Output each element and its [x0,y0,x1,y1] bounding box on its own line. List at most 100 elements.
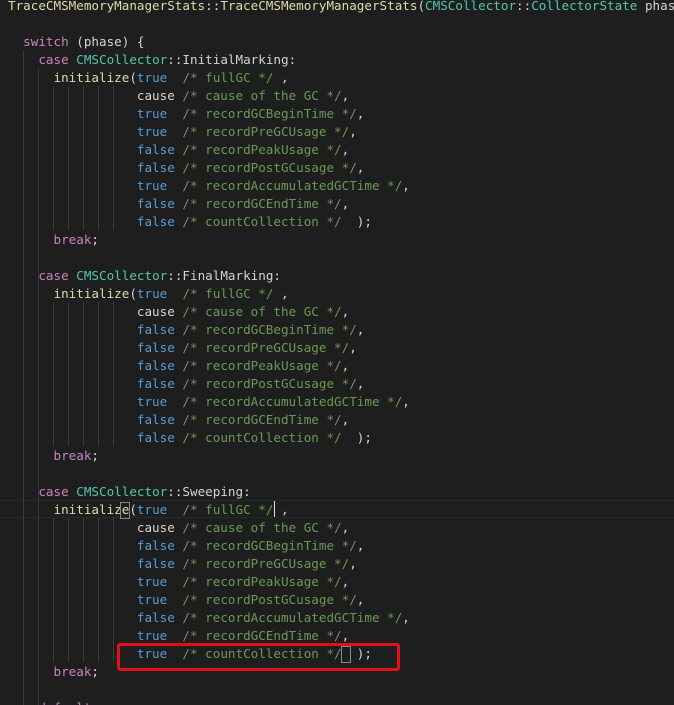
code-token: break [8,664,92,679]
code-token: false [8,214,175,229]
code-token: true [8,124,168,139]
code-line: false /* recordGCEndTime */, [8,411,349,429]
code-token: /* countCollection */ [182,214,342,229]
code-token: /* recordAccumulatedGCTime */ [182,610,403,625]
code-token: false [8,322,175,337]
code-token: ( [129,286,137,301]
code-token: false [8,556,175,571]
code-token: false [8,412,175,427]
code-token: /* recordGCBeginTime */ [182,322,357,337]
code-line: false /* recordPreGCUsage */, [8,339,357,357]
code-token: ; [91,448,99,463]
code-line: cause /* cause of the GC */, [8,519,349,537]
code-token: true [8,394,168,409]
code-token: , [273,502,289,517]
code-line: TraceCMSMemoryManagerStats::TraceCMSMemo… [8,0,674,15]
code-line: case CMSCollector::Sweeping: [8,483,250,501]
code-token: ( [129,502,137,517]
code-line: case CMSCollector::InitialMarking: [8,51,296,69]
code-line: cause /* cause of the GC */, [8,87,349,105]
code-token: /* fullGC */ [182,502,274,517]
code-token: cause [8,88,183,103]
code-token: /* recordGCEndTime */ [182,412,342,427]
text-cursor [274,501,275,517]
code-token: phase, [644,0,674,13]
code-token: , [402,178,410,193]
code-token: , [273,70,289,85]
code-token: break [8,448,92,463]
code-token: , [341,358,350,373]
code-token: ::FinalMarking: [167,268,281,283]
code-line: true /* recordGCBeginTime */, [8,105,365,123]
code-line: default: [8,699,99,705]
code-line: initialize(true /* fullGC */ , [8,69,289,87]
code-token: /* cause of the GC */ [182,520,342,535]
code-token: , [341,142,350,157]
code-line: false /* recordAccumulatedGCTime */, [8,609,410,627]
code-token: , [341,196,350,211]
code-token: , [341,412,350,427]
code-line: false /* recordPreGCUsage */, [8,555,357,573]
code-token: ; [91,232,99,247]
code-token: /* recordGCEndTime */ [182,628,342,643]
code-line: false /* recordPostGCusage */, [8,375,365,393]
code-token: , [349,124,357,139]
code-token: CMSCollector [425,0,517,13]
bracket-match-open [120,502,130,519]
code-token: break [8,232,92,247]
code-token: , [356,592,365,607]
code-token: /* recordGCEndTime */ [182,196,342,211]
code-token: /* cause of the GC */ [182,304,342,319]
code-line: true /* recordAccumulatedGCTime */, [8,393,410,411]
code-token: false [8,376,175,391]
code-token: , [402,394,410,409]
code-token: /* recordAccumulatedGCTime */ [182,178,403,193]
code-line: break; [8,447,99,465]
code-token: /* cause of the GC */ [182,88,342,103]
code-token: , [341,88,350,103]
code-token: /* fullGC */ [182,70,274,85]
code-token: true [136,286,168,301]
code-line: initialize(true /* fullGC */ , [8,285,289,303]
code-token: /* recordPeakUsage */ [182,142,342,157]
code-token: /* recordPreGCUsage */ [182,340,350,355]
code-token: , [356,160,365,175]
code-token: , [341,628,350,643]
code-token: /* fullGC */ [182,286,274,301]
code-token: :: [205,0,221,13]
code-line: true /* recordAccumulatedGCTime */, [8,177,410,195]
code-editor[interactable]: TraceCMSMemoryManagerStats::TraceCMSMemo… [0,0,674,705]
code-token: , [273,286,289,301]
code-token: default: [8,700,99,705]
code-line: cause /* cause of the GC */, [8,303,349,321]
code-token: , [356,376,365,391]
code-token: :: [516,0,532,13]
code-token: ); [341,214,372,229]
code-token: CMSCollector [76,52,168,67]
code-line: false /* countCollection */ ); [8,213,372,231]
code-token: false [8,430,175,445]
code-token: false [8,160,175,175]
code-token: case [8,268,69,283]
code-token: , [341,304,350,319]
code-token: , [349,556,357,571]
code-line: false /* recordPostGCusage */, [8,159,365,177]
code-token: true [136,70,168,85]
code-token: /* recordPreGCUsage */ [182,556,350,571]
code-line: true /* recordPostGCusage */, [8,591,365,609]
code-token: ( [129,70,137,85]
code-line: switch (phase) { [8,33,144,51]
code-token: /* recordPeakUsage */ [182,358,342,373]
code-token: false [8,196,175,211]
code-token: , [356,106,365,121]
code-token: false [8,610,175,625]
code-token: ::InitialMarking: [167,52,297,67]
code-token: TraceCMSMemoryManagerStats [8,0,206,13]
code-token: CMSCollector [76,484,168,499]
highlight-annotation-box [117,643,400,671]
